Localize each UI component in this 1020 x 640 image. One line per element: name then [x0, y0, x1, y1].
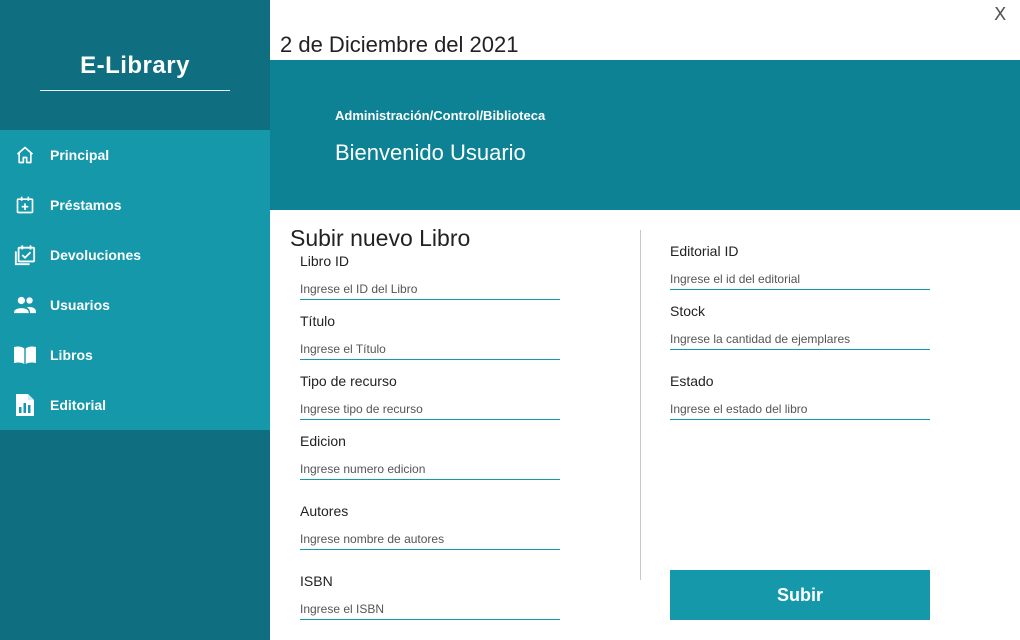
submit-button[interactable]: Subir [670, 570, 930, 620]
sidebar: E-Library Principal Préstamos Devolucion… [0, 0, 270, 640]
users-icon [13, 293, 37, 317]
sidebar-item-editorial[interactable]: Editorial [0, 380, 270, 430]
field-label: Autores [300, 503, 349, 519]
stock-field: Stock [670, 303, 930, 350]
sidebar-item-prestamos[interactable]: Préstamos [0, 180, 270, 230]
editorial-id-field: Editorial ID [670, 243, 930, 290]
app-brand: E-Library [80, 52, 190, 79]
form-title: Subir nuevo Libro [290, 225, 471, 251]
calendar-plus-icon [13, 193, 37, 217]
sidebar-item-label: Préstamos [50, 197, 122, 213]
sidebar-item-devoluciones[interactable]: Devoluciones [0, 230, 270, 280]
libro-id-field: Libro ID [300, 253, 560, 300]
field-label: Edicion [300, 433, 346, 449]
report-icon [13, 393, 37, 417]
sidebar-item-label: Principal [50, 147, 110, 163]
brand-underline [40, 90, 230, 91]
field-label: Stock [670, 303, 706, 319]
tipo-recurso-input[interactable] [300, 398, 560, 420]
estado-input[interactable] [670, 398, 930, 420]
titulo-field: Título [300, 313, 560, 360]
libro-id-input[interactable] [300, 278, 560, 300]
stock-input[interactable] [670, 328, 930, 350]
sidebar-item-usuarios[interactable]: Usuarios [0, 280, 270, 330]
welcome-banner: Administración/Control/Biblioteca Bienve… [270, 60, 1020, 210]
sidebar-nav: Principal Préstamos Devoluciones Usuario… [0, 130, 270, 430]
sidebar-item-label: Devoluciones [50, 247, 142, 263]
sidebar-item-label: Usuarios [50, 297, 110, 313]
breadcrumb: Administración/Control/Biblioteca [335, 108, 546, 123]
book-open-icon [13, 343, 37, 367]
field-label: ISBN [300, 573, 333, 589]
welcome-message: Bienvenido Usuario [335, 140, 526, 165]
editorial-id-input[interactable] [670, 268, 930, 290]
current-date: 2 de Diciembre del 2021 [280, 32, 519, 57]
isbn-input[interactable] [300, 598, 560, 620]
autores-input[interactable] [300, 528, 560, 550]
titulo-input[interactable] [300, 338, 560, 360]
edicion-input[interactable] [300, 458, 560, 480]
sidebar-item-label: Libros [50, 347, 93, 363]
sidebar-item-label: Editorial [50, 397, 107, 413]
edicion-field: Edicion [300, 433, 560, 480]
field-label: Tipo de recurso [300, 373, 397, 389]
close-button[interactable]: X [994, 4, 1012, 25]
field-label: Título [300, 313, 336, 329]
home-icon [13, 143, 37, 167]
field-label: Editorial ID [670, 243, 739, 259]
field-label: Estado [670, 373, 714, 389]
sidebar-item-principal[interactable]: Principal [0, 130, 270, 180]
column-divider [640, 230, 641, 580]
calendar-check-icon [13, 243, 37, 267]
field-label: Libro ID [300, 253, 350, 269]
tipo-recurso-field: Tipo de recurso [300, 373, 560, 420]
sidebar-item-libros[interactable]: Libros [0, 330, 270, 380]
estado-field: Estado [670, 373, 930, 420]
isbn-field: ISBN [300, 573, 560, 620]
autores-field: Autores [300, 503, 560, 550]
